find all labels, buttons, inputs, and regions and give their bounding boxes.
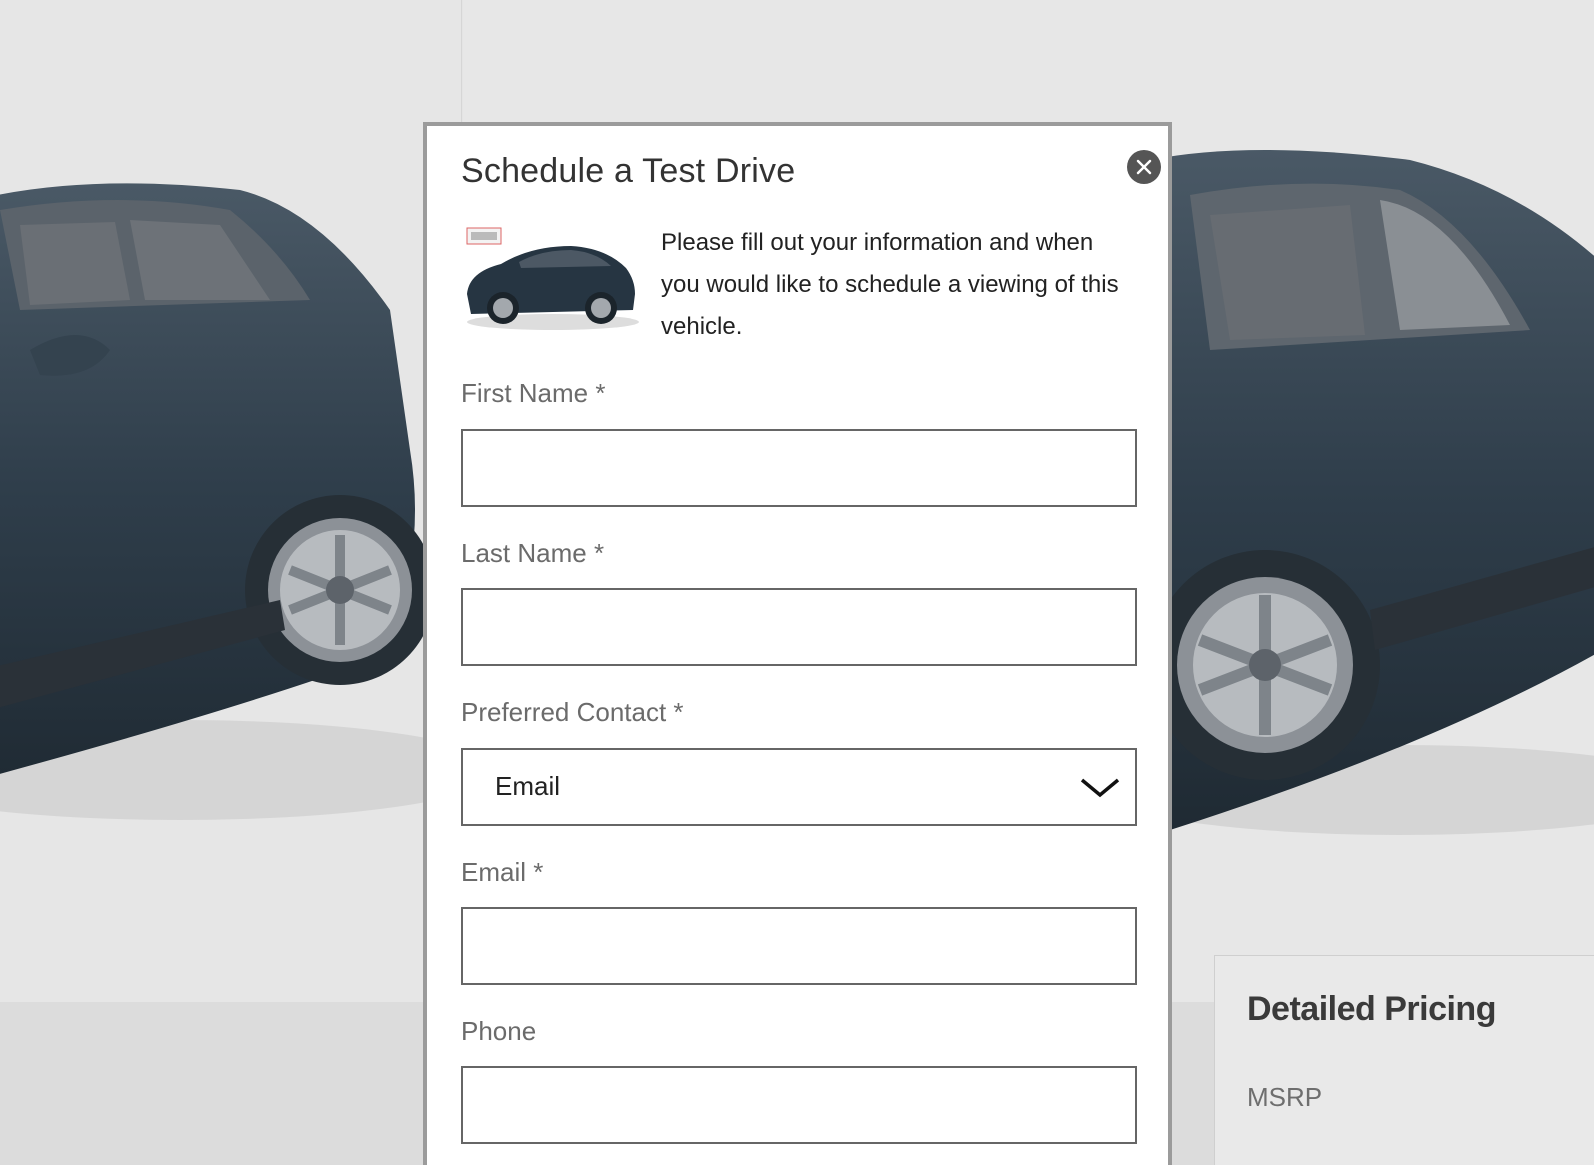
intro-text: Please fill out your information and whe… [661, 229, 1119, 340]
phone-label: Phone [461, 1016, 537, 1046]
modal-title: Schedule a Test Drive [461, 152, 796, 190]
msrp-label: MSRP [1247, 1082, 1323, 1112]
pricing-title: Detailed Pricing [1247, 990, 1496, 1028]
preferred-contact-value: Email [495, 771, 561, 801]
preferred-contact-select[interactable]: Email [461, 748, 1137, 826]
last-name-label: Last Name * [461, 538, 605, 568]
test-drive-modal: Schedule a Test Drive Please fill out yo… [423, 122, 1172, 1165]
vehicle-photo-right[interactable] [1150, 140, 1594, 860]
email-field[interactable] [461, 907, 1137, 985]
phone-field[interactable] [461, 1066, 1137, 1144]
first-name-field[interactable] [461, 429, 1137, 507]
vehicle-thumbnail [466, 227, 639, 330]
page: Detailed Pricing MSRP Schedule a Test Dr… [0, 0, 1594, 1165]
chevron-down-icon [1080, 778, 1120, 798]
first-name-label: First Name * [461, 378, 606, 408]
close-icon [1136, 159, 1152, 175]
pricing-card: Detailed Pricing MSRP [1214, 955, 1594, 1165]
preferred-contact-label: Preferred Contact * [461, 697, 684, 727]
last-name-field[interactable] [461, 588, 1137, 666]
email-label: Email * [461, 857, 544, 887]
close-button[interactable] [1127, 150, 1161, 184]
vehicle-photo-left[interactable] [0, 150, 460, 830]
